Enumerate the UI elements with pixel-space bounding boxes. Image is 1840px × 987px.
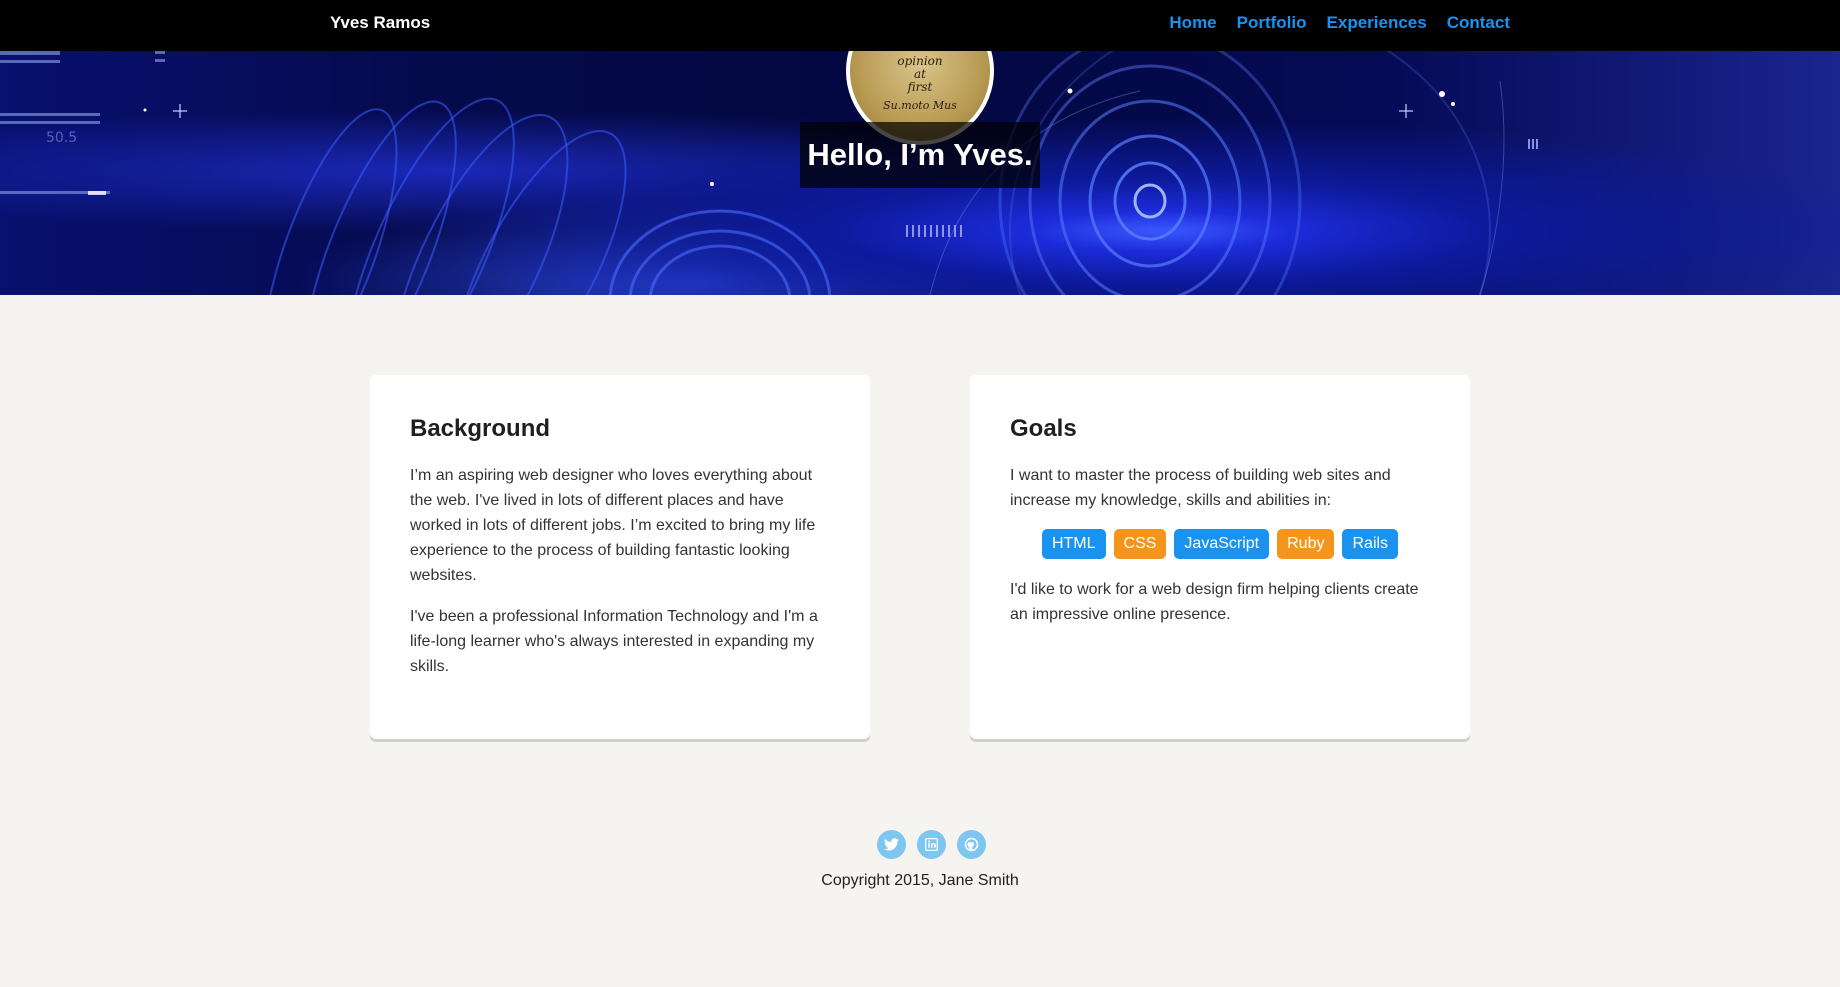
twitter-icon[interactable] <box>877 830 906 859</box>
nav-link-portfolio[interactable]: Portfolio <box>1237 13 1307 33</box>
nav-link-experiences[interactable]: Experiences <box>1327 13 1427 33</box>
hero-title: Hello, I’m Yves. <box>800 122 1040 188</box>
avatar-text-line: first <box>907 80 933 94</box>
social-links <box>877 830 986 859</box>
goals-intro: I want to master the process of building… <box>1010 467 1391 509</box>
skill-tag-css: CSS <box>1113 529 1167 559</box>
goals-card: Goals I want to master the process of bu… <box>970 375 1470 739</box>
copyright-text: Copyright 2015, Jane Smith <box>821 872 1019 889</box>
nav-link-contact[interactable]: Contact <box>1447 13 1510 33</box>
background-card: Background I’m an aspiring web designer … <box>370 375 870 739</box>
github-icon[interactable] <box>957 830 986 859</box>
top-navbar: Yves Ramos Home Portfolio Experiences Co… <box>0 0 1840 51</box>
linkedin-icon[interactable] <box>917 830 946 859</box>
hero-banner: 50.5 opinion at first Su.moto Mus Hello,… <box>0 51 1840 295</box>
avatar-text-line: Su.moto Mus <box>883 99 957 112</box>
skill-tag-html: HTML <box>1041 529 1106 559</box>
skill-tag-rails: Rails <box>1342 529 1399 559</box>
goals-heading: Goals <box>1010 415 1077 442</box>
site-brand[interactable]: Yves Ramos <box>330 13 430 33</box>
background-heading: Background <box>410 415 551 442</box>
background-paragraph: I’m an aspiring web designer who loves e… <box>410 467 816 584</box>
svg-text:50.5: 50.5 <box>46 130 77 146</box>
goals-outro: I'd like to work for a web design firm h… <box>1010 581 1419 623</box>
nav-links: Home Portfolio Experiences Contact <box>1169 13 1510 33</box>
background-paragraph: I've been a professional Information Tec… <box>410 608 818 675</box>
skill-tag-ruby: Ruby <box>1277 529 1335 559</box>
skill-tags: HTML CSS JavaScript Ruby Rails <box>1010 529 1430 559</box>
nav-link-home[interactable]: Home <box>1169 13 1216 33</box>
skill-tag-javascript: JavaScript <box>1174 529 1270 559</box>
